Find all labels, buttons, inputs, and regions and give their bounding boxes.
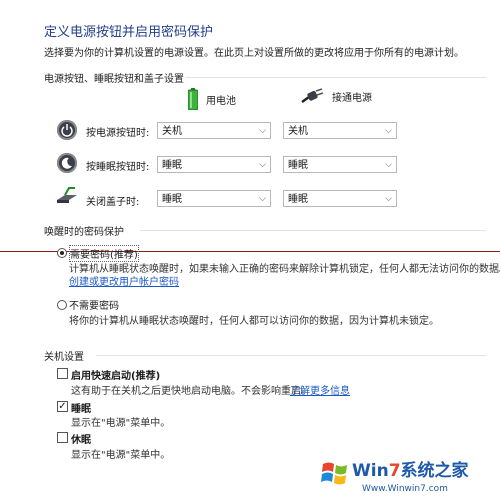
chevron-down-icon: ⌵: [259, 126, 266, 136]
select-value: 关机: [162, 126, 182, 137]
no-password-label[interactable]: 不需要密码: [69, 297, 119, 312]
column-header-battery: 用电池: [187, 88, 236, 111]
row-label-sleep-button: 按睡眠按钮时:: [86, 162, 150, 173]
sleep-checkbox[interactable]: ✓: [57, 401, 68, 412]
sleep-label[interactable]: 睡眠: [71, 400, 91, 415]
no-password-desc: 将你的计算机从睡眠状态唤醒时，任何人都可以访问你的数据，因为计算机未锁定。: [69, 316, 439, 327]
sleep-button-icon: [57, 153, 77, 173]
learn-more-link[interactable]: 了解更多信息: [290, 382, 350, 397]
select-value: 睡眠: [162, 194, 182, 205]
page-subtitle: 选择要为你的计算机设置的电源设置。在此页上对设置所做的更改将应用于你所有的电源计…: [44, 48, 464, 59]
section-divider: [96, 355, 486, 356]
sleep-button-plugged-select[interactable]: 睡眠 ⌵: [283, 156, 397, 173]
close-lid-plugged-select[interactable]: 睡眠 ⌵: [283, 190, 397, 207]
select-value: 睡眠: [288, 194, 308, 205]
win7-watermark: Win7系统之家 Www.Winwin7.com: [318, 452, 498, 500]
power-button-plugged-select[interactable]: 关机 ⌵: [283, 122, 397, 139]
no-password-radio[interactable]: [57, 300, 67, 310]
select-value: 睡眠: [288, 160, 308, 171]
row-label-power-button: 按电源按钮时:: [86, 128, 150, 139]
hibernate-desc: 显示在"电源"菜单中。: [71, 450, 171, 461]
hibernate-label[interactable]: 休眠: [71, 431, 91, 446]
section-heading-shutdown: 关机设置: [44, 352, 84, 363]
power-plug-icon: [300, 88, 324, 104]
sleep-desc: 显示在"电源"菜单中。: [71, 418, 171, 429]
column-header-plugged: 接通电源: [300, 88, 372, 104]
battery-label: 用电池: [206, 95, 236, 107]
section-heading-password: 唤醒时的密码保护: [44, 227, 124, 238]
sleep-button-battery-select[interactable]: 睡眠 ⌵: [157, 156, 271, 173]
chevron-down-icon: ⌵: [385, 126, 392, 136]
row-label-close-lid: 关闭盖子时:: [86, 197, 140, 208]
hibernate-checkbox[interactable]: [57, 432, 68, 443]
watermark-brand-digit: 7: [388, 461, 401, 481]
watermark-url: Www.Winwin7.com: [362, 484, 448, 494]
plugged-label: 接通电源: [332, 92, 372, 104]
section-heading-buttons: 电源按钮、睡眠按钮和盖子设置: [44, 74, 184, 85]
chevron-down-icon: ⌵: [385, 194, 392, 204]
fast-startup-checkbox[interactable]: [57, 368, 68, 379]
select-value: 关机: [288, 126, 308, 137]
section-divider: [186, 77, 486, 78]
watermark-brand-cn: 系统之家: [400, 461, 469, 481]
power-button-icon: [57, 120, 77, 140]
chevron-down-icon: ⌵: [259, 160, 266, 170]
watermark-brand-prefix: Win: [352, 461, 389, 481]
change-password-link[interactable]: 创建或更改用户帐户密码: [69, 273, 179, 288]
chevron-down-icon: ⌵: [259, 194, 266, 204]
check-icon: ✓: [58, 401, 67, 412]
battery-icon: [187, 88, 199, 111]
chevron-down-icon: ⌵: [385, 160, 392, 170]
require-password-radio[interactable]: [57, 248, 67, 258]
fast-startup-desc: 这有助于在关机之后更快地启动电脑。不会影响重启。: [71, 386, 311, 397]
page-title: 定义电源按钮并启用密码保护: [44, 25, 214, 40]
section-divider: [140, 230, 486, 231]
laptop-lid-icon: [55, 186, 79, 206]
select-value: 睡眠: [162, 160, 182, 171]
windows-logo-icon: [321, 462, 347, 485]
close-lid-battery-select[interactable]: 睡眠 ⌵: [157, 190, 271, 207]
power-button-battery-select[interactable]: 关机 ⌵: [157, 122, 271, 139]
fast-startup-label[interactable]: 启用快速启动(推荐): [71, 367, 160, 382]
